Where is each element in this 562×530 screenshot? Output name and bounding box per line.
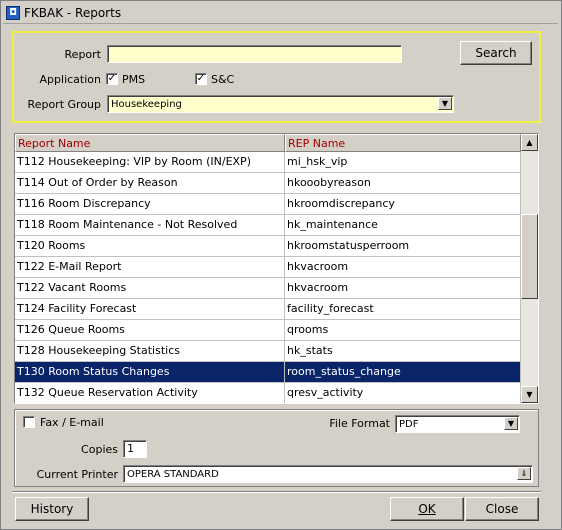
report-name-cell: T126 Queue Rooms xyxy=(15,320,285,340)
table-row[interactable]: T122 E-Mail Report hkvacroom xyxy=(15,257,521,278)
output-options-panel: Fax / E-mail File Format PDF ▼ Copies 1 … xyxy=(14,409,539,487)
report-name-cell: T130 Room Status Changes xyxy=(15,362,285,382)
table-row[interactable]: T126 Queue Rooms qrooms xyxy=(15,320,521,341)
copies-label: Copies xyxy=(81,443,118,456)
rep-name-cell: facility_forecast xyxy=(285,299,521,319)
table-row[interactable]: T132 Queue Reservation Activity qresv_act… xyxy=(15,383,521,403)
table-row[interactable]: T114 Out of Order by Reason hkooobyreason xyxy=(15,173,521,194)
grid-rows: T112 Housekeeping: VIP by Room (IN/EXP) m… xyxy=(15,152,521,403)
pms-label: PMS xyxy=(122,73,146,86)
table-row[interactable]: T124 Facility Forecast facility_forecast xyxy=(15,299,521,320)
rep-name-cell: hkvacroom xyxy=(285,278,521,298)
checkmark-icon: ✓ xyxy=(107,73,117,84)
footer-divider xyxy=(12,491,541,493)
search-criteria-panel: Report Application ✓ PMS ✓ S&C Report Gr… xyxy=(12,31,541,123)
table-row[interactable]: T122 Vacant Rooms hkvacroom xyxy=(15,278,521,299)
table-row[interactable]: T116 Room Discrepancy hkroomdiscrepancy xyxy=(15,194,521,215)
fax-email-label: Fax / E-mail xyxy=(40,416,104,429)
pms-checkbox[interactable]: ✓ xyxy=(106,73,118,85)
application-label: Application xyxy=(39,73,101,86)
opera-app-icon: ◘ xyxy=(6,6,20,20)
scroll-down-icon[interactable]: ▼ xyxy=(521,386,538,403)
scroll-up-icon[interactable]: ▲ xyxy=(521,134,538,151)
rep-name-cell: hk_maintenance xyxy=(285,215,521,235)
rep-name-cell: room_status_change xyxy=(285,362,521,382)
reports-window: ◘ FKBAK - Reports Report Application ✓ P… xyxy=(0,0,562,530)
table-row[interactable]: T112 Housekeeping: VIP by Room (IN/EXP) m… xyxy=(15,152,521,173)
ok-button[interactable]: OK xyxy=(390,497,464,521)
report-group-select[interactable]: Housekeeping ▼ xyxy=(107,95,454,113)
report-name-cell: T122 Vacant Rooms xyxy=(15,278,285,298)
reports-grid: Report Name REP Name T112 Housekeeping: … xyxy=(14,133,539,404)
chevron-down-icon[interactable]: ▼ xyxy=(504,417,518,430)
rep-name-cell: qresv_activity xyxy=(285,383,521,403)
report-name-cell: T122 E-Mail Report xyxy=(15,257,285,277)
current-printer-select[interactable]: OPERA STANDARD ⇓ xyxy=(123,465,533,483)
close-button-label: Close xyxy=(485,502,519,516)
file-format-value: PDF xyxy=(399,419,419,430)
rep-name-cell: hkvacroom xyxy=(285,257,521,277)
rep-name-cell: hk_stats xyxy=(285,341,521,361)
report-name-cell: T114 Out of Order by Reason xyxy=(15,173,285,193)
ok-button-label: OK xyxy=(418,502,436,516)
history-button-label: History xyxy=(30,502,74,516)
vertical-scrollbar[interactable]: ▲ ▼ xyxy=(521,134,538,403)
checkmark-icon: ✓ xyxy=(196,73,206,84)
rep-name-cell: qrooms xyxy=(285,320,521,340)
rep-name-cell: mi_hsk_vip xyxy=(285,152,521,172)
file-format-select[interactable]: PDF ▼ xyxy=(395,415,520,433)
report-group-label: Report Group xyxy=(27,98,101,111)
rep-name-cell: hkroomstatusperroom xyxy=(285,236,521,256)
sc-checkbox[interactable]: ✓ xyxy=(195,73,207,85)
rep-name-cell: hkooobyreason xyxy=(285,173,521,193)
reports-grid-body: Report Name REP Name T112 Housekeeping: … xyxy=(15,134,521,403)
report-name-cell: T124 Facility Forecast xyxy=(15,299,285,319)
report-name-cell: T120 Rooms xyxy=(15,236,285,256)
sc-label: S&C xyxy=(211,73,235,86)
close-button[interactable]: Close xyxy=(465,497,539,521)
report-input[interactable] xyxy=(107,45,402,63)
report-name-cell: T112 Housekeeping: VIP by Room (IN/EXP) xyxy=(15,152,285,172)
search-button-label: Search xyxy=(475,46,517,60)
column-header-rep-name[interactable]: REP Name xyxy=(285,134,521,152)
column-header-report-name[interactable]: Report Name xyxy=(15,134,285,152)
file-format-label: File Format xyxy=(329,417,390,430)
title-bar[interactable]: ◘ FKBAK - Reports xyxy=(3,3,558,24)
download-arrow-icon[interactable]: ⇓ xyxy=(517,467,531,480)
grid-header: Report Name REP Name xyxy=(15,134,521,152)
table-row[interactable]: T118 Room Maintenance - Not Resolved hk_m… xyxy=(15,215,521,236)
table-row[interactable]: T128 Housekeeping Statistics hk_stats xyxy=(15,341,521,362)
report-name-cell: T132 Queue Reservation Activity xyxy=(15,383,285,403)
scroll-thumb[interactable] xyxy=(521,214,538,299)
table-row[interactable]: T120 Rooms hkroomstatusperroom xyxy=(15,236,521,257)
window-title: FKBAK - Reports xyxy=(24,6,122,20)
fax-email-checkbox[interactable] xyxy=(23,416,35,428)
chevron-down-icon[interactable]: ▼ xyxy=(438,97,452,110)
search-button[interactable]: Search xyxy=(460,41,532,65)
report-name-cell: T118 Room Maintenance - Not Resolved xyxy=(15,215,285,235)
copies-input[interactable]: 1 xyxy=(123,440,147,458)
history-button[interactable]: History xyxy=(15,497,89,521)
current-printer-label: Current Printer xyxy=(36,468,118,481)
table-row[interactable]: T130 Room Status Changes room_status_chan… xyxy=(15,362,521,383)
report-name-cell: T116 Room Discrepancy xyxy=(15,194,285,214)
current-printer-value: OPERA STANDARD xyxy=(127,469,219,480)
report-name-cell: T128 Housekeeping Statistics xyxy=(15,341,285,361)
report-label: Report xyxy=(64,48,101,61)
rep-name-cell: hkroomdiscrepancy xyxy=(285,194,521,214)
report-group-value: Housekeeping xyxy=(111,99,182,110)
